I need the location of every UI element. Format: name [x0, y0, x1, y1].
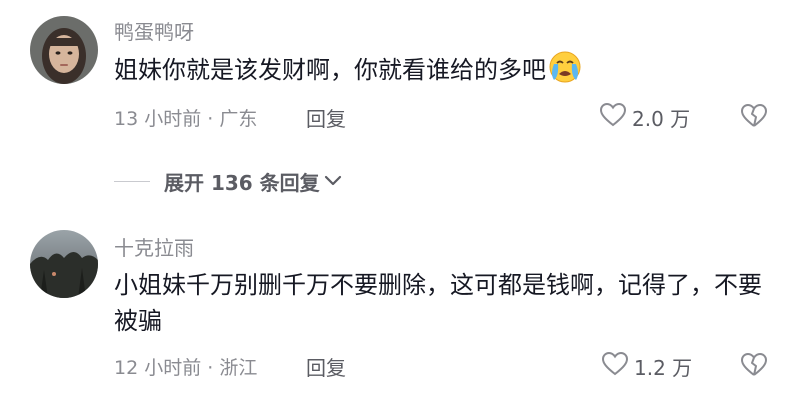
broken-heart-icon: [740, 104, 768, 132]
comment-text: 小姐妹千万别删千万不要删除，这可都是钱啊，记得了，不要被骗: [114, 271, 762, 335]
reply-button[interactable]: 回复: [306, 352, 346, 381]
comment-meta: 13 小时前 · 广东: [114, 108, 258, 130]
crying-face-icon: [548, 50, 582, 84]
comment-meta: 12 小时前 · 浙江: [114, 357, 258, 379]
dislike-button[interactable]: [740, 353, 768, 381]
divider: [114, 180, 150, 182]
avatar[interactable]: [30, 230, 98, 298]
username[interactable]: 鸭蛋鸭呀: [114, 16, 194, 45]
like-count: 2.0 万: [632, 107, 691, 131]
avatar-image: [30, 230, 98, 298]
username[interactable]: 十克拉雨: [114, 232, 194, 261]
comment-text: 姐妹你就是该发财啊，你就看谁给的多吧: [114, 50, 764, 88]
comment-text-content: 姐妹你就是该发财啊，你就看谁给的多吧: [114, 56, 546, 84]
like-button[interactable]: 1.2 万: [601, 351, 693, 381]
expand-replies[interactable]: 展开 136 条回复: [114, 166, 342, 196]
heart-icon: [599, 102, 627, 132]
like-button[interactable]: 2.0 万: [599, 102, 691, 132]
reply-button[interactable]: 回复: [306, 103, 346, 132]
broken-heart-icon: [740, 353, 768, 381]
chevron-down-icon: [324, 172, 342, 191]
avatar[interactable]: [30, 16, 98, 84]
avatar-image: [30, 16, 98, 84]
like-count: 1.2 万: [634, 356, 693, 380]
heart-icon: [601, 351, 629, 381]
expand-replies-label[interactable]: 展开 136 条回复: [164, 167, 320, 196]
dislike-button[interactable]: [740, 104, 768, 132]
